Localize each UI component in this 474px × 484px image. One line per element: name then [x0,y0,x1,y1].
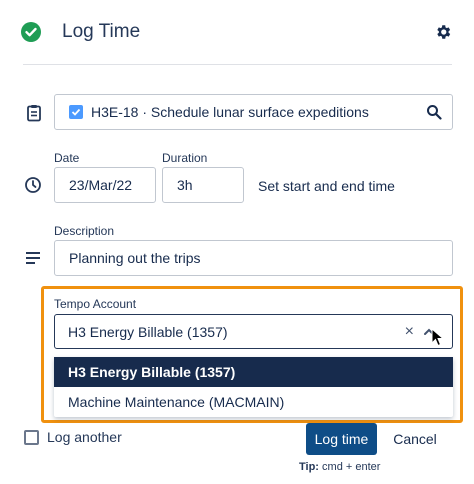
description-value: Planning out the trips [69,250,201,266]
dropdown-option[interactable]: H3 Energy Billable (1357) [54,357,453,387]
dialog-title: Log Time [62,21,141,42]
description-field[interactable]: Planning out the trips [54,240,453,276]
text-lines-icon [26,252,40,264]
tip-text: cmd + enter [318,461,381,473]
checkbox-icon[interactable] [24,429,39,445]
tempo-account-select[interactable]: H3 Energy Billable (1357) × [54,314,453,349]
log-another-checkbox[interactable]: Log another [24,429,122,445]
date-value: 23/Mar/22 [69,177,133,193]
duration-field[interactable]: 3h [162,167,244,203]
set-start-end-time-link[interactable]: Set start and end time [258,178,395,194]
date-field[interactable]: 23/Mar/22 [54,167,156,203]
duration-value: 3h [177,177,193,193]
gear-icon[interactable] [434,23,452,41]
keyboard-tip: Tip: cmd + enter [299,461,380,473]
clear-icon[interactable]: × [405,323,414,341]
clock-icon [25,177,41,193]
header-divider [23,64,452,65]
mouse-pointer-icon [431,328,445,347]
description-label: Description [54,224,115,238]
issue-picker[interactable]: H3E-18 · Schedule lunar surface expediti… [54,94,453,130]
check-circle-icon [21,22,41,42]
date-label: Date [54,151,80,165]
search-icon[interactable] [426,104,442,120]
log-another-label: Log another [47,429,122,445]
log-time-button[interactable]: Log time [306,423,377,455]
duration-label: Duration [162,151,208,165]
cancel-button[interactable]: Cancel [390,423,440,455]
tempo-account-value: H3 Energy Billable (1357) [68,323,228,340]
issue-type-checkbox-icon [69,105,83,119]
clipboard-icon [27,105,41,122]
tempo-account-label: Tempo Account [54,297,137,311]
issue-text: H3E-18 · Schedule lunar surface expediti… [91,104,369,120]
dropdown-option[interactable]: Machine Maintenance (MACMAIN) [54,387,453,417]
tempo-account-dropdown: H3 Energy Billable (1357) Machine Mainte… [54,357,453,417]
tip-label: Tip: [299,461,319,473]
